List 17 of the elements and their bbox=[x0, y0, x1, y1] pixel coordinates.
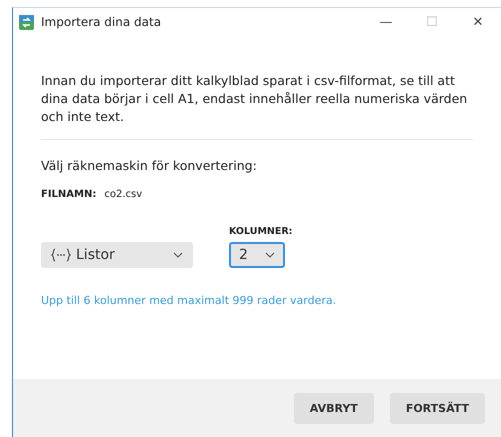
continue-button[interactable]: FORTSÄTT bbox=[390, 393, 485, 424]
app-icon bbox=[19, 14, 34, 30]
cancel-button[interactable]: AVBRYT bbox=[294, 393, 374, 424]
chevron-icon bbox=[265, 252, 275, 258]
hint-text: Upp till 6 kolumner med maximalt 999 rader vardera. bbox=[41, 294, 338, 307]
filename-label: FILNAMN: bbox=[41, 189, 96, 200]
columns-label: KOLUMNER: bbox=[229, 226, 292, 237]
calculator-label: Välj räknemaskin för konvertering: bbox=[41, 158, 258, 173]
intro-text: Innan du importerar ditt kalkylblad sparat i csv-filformat, se till att dina data börjar i cell A1, endast innehåller reella numeriska värden och inte text. bbox=[41, 72, 468, 126]
chevron-icon bbox=[173, 252, 183, 258]
list-dropdown[interactable]: Listor bbox=[41, 242, 193, 268]
window-title: Importera dina data bbox=[41, 15, 162, 29]
close-button[interactable]: ✕ bbox=[455, 8, 501, 36]
minimize-button[interactable]: — bbox=[363, 8, 409, 36]
braces-icon bbox=[51, 248, 71, 262]
columns-dropdown[interactable]: 2 bbox=[229, 242, 285, 268]
filename-value: co2.csv bbox=[104, 189, 142, 200]
